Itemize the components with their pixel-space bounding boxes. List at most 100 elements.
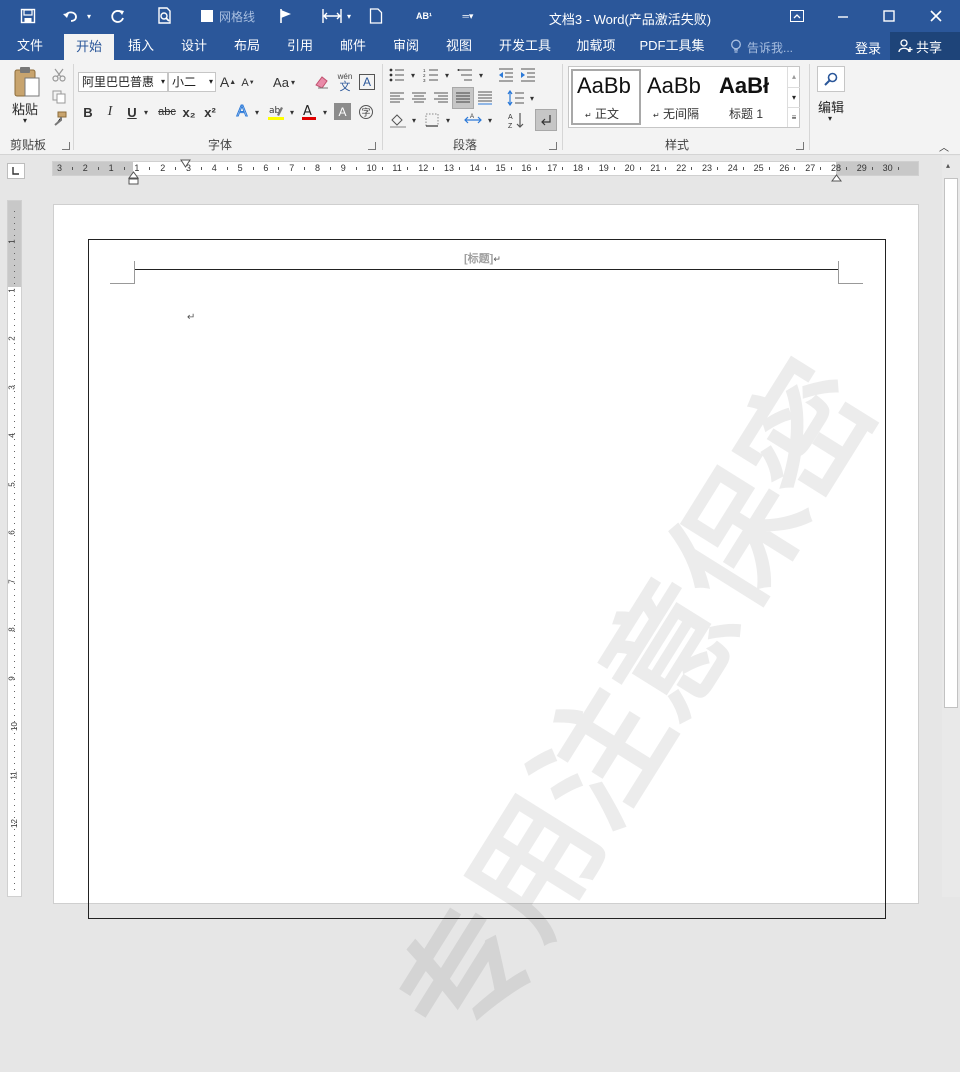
copy-icon[interactable] bbox=[50, 88, 68, 106]
subscript-button[interactable]: x₂ bbox=[181, 102, 197, 122]
borders-dropdown-icon[interactable]: ▾ bbox=[443, 110, 453, 130]
highlight-color-icon[interactable]: ab bbox=[266, 102, 286, 122]
clipboard-launcher-icon[interactable] bbox=[62, 142, 70, 150]
clear-formatting-icon[interactable] bbox=[312, 72, 332, 92]
vertical-ruler[interactable]: 1123456789101112 bbox=[7, 200, 22, 897]
format-painter-icon[interactable] bbox=[50, 110, 68, 128]
undo-icon[interactable] bbox=[60, 6, 82, 26]
style-normal[interactable]: AaBb ↵ 正文 bbox=[571, 69, 641, 125]
styles-scroll-down-icon[interactable]: ▾ bbox=[787, 87, 800, 107]
font-color-dropdown-icon[interactable]: ▾ bbox=[320, 102, 330, 122]
tab-developer[interactable]: 开发工具 bbox=[494, 32, 556, 60]
paragraph-launcher-icon[interactable] bbox=[549, 142, 557, 150]
save-icon[interactable] bbox=[18, 6, 38, 26]
bold-button[interactable]: B bbox=[80, 102, 96, 122]
font-name-select[interactable]: 阿里巴巴普惠 ▾ bbox=[78, 72, 168, 92]
tab-review[interactable]: 审阅 bbox=[383, 32, 429, 60]
shading-icon[interactable] bbox=[387, 110, 409, 130]
paste-button[interactable]: 粘贴 ▾ bbox=[8, 66, 46, 130]
show-marks-icon[interactable] bbox=[535, 109, 557, 131]
justify-icon[interactable] bbox=[452, 87, 474, 109]
underline-dropdown-icon[interactable]: ▾ bbox=[141, 102, 151, 122]
tab-references[interactable]: 引用 bbox=[277, 32, 323, 60]
tab-pdf-tools[interactable]: PDF工具集 bbox=[636, 32, 708, 60]
tab-file[interactable]: 文件 bbox=[8, 32, 52, 60]
tell-me-search[interactable]: 告诉我... bbox=[747, 39, 793, 56]
align-right-icon[interactable] bbox=[431, 88, 451, 108]
share-button[interactable]: 共享 bbox=[890, 32, 960, 60]
vertical-scrollbar[interactable]: ▴ bbox=[942, 156, 960, 897]
change-case-button[interactable]: Aa ▾ bbox=[268, 72, 300, 92]
document-page[interactable]: [标题]↵ ↵ 专用注意保密 bbox=[53, 204, 919, 1069]
cut-icon[interactable] bbox=[50, 66, 68, 84]
tab-selector-icon[interactable] bbox=[7, 163, 25, 179]
decrease-indent-icon[interactable] bbox=[496, 66, 516, 84]
increase-indent-icon[interactable] bbox=[518, 66, 538, 84]
tab-design[interactable]: 设计 bbox=[171, 32, 217, 60]
superscript-button[interactable]: x² bbox=[202, 102, 218, 122]
first-line-indent-icon[interactable] bbox=[180, 157, 191, 171]
character-shading-icon[interactable]: A bbox=[334, 103, 351, 120]
style-no-spacing[interactable]: AaBb ↵ 无间隔 bbox=[643, 69, 713, 125]
tab-addins[interactable]: 加载项 bbox=[570, 32, 622, 60]
styles-launcher-icon[interactable] bbox=[796, 142, 804, 150]
numbering-dropdown-icon[interactable]: ▾ bbox=[442, 66, 452, 84]
maximize-button[interactable] bbox=[866, 0, 912, 32]
line-spacing-icon[interactable] bbox=[506, 88, 526, 108]
style-heading-1[interactable]: AaBł 标题 1 bbox=[715, 69, 785, 125]
right-indent-icon[interactable] bbox=[831, 171, 842, 185]
redo-icon[interactable] bbox=[108, 6, 128, 26]
grow-font-icon[interactable]: A ▲ bbox=[220, 72, 236, 92]
scrollbar-thumb[interactable] bbox=[944, 178, 958, 708]
customize-qat-icon[interactable]: ═▾ bbox=[462, 6, 474, 26]
sort-icon[interactable]: AZ bbox=[506, 110, 526, 130]
italic-button[interactable]: I bbox=[102, 102, 118, 122]
align-center-icon[interactable] bbox=[409, 88, 429, 108]
text-effects-icon[interactable]: A bbox=[233, 102, 251, 122]
tab-home[interactable]: 开始 bbox=[64, 34, 114, 60]
print-preview-icon[interactable] bbox=[154, 6, 176, 26]
enclose-characters-icon[interactable]: 字 bbox=[356, 102, 376, 122]
paragraph-mark[interactable]: ↵ bbox=[187, 312, 195, 323]
text-style-icon[interactable]: AB¹ bbox=[414, 6, 434, 26]
column-width-dropdown-icon[interactable]: ▾ bbox=[344, 6, 354, 26]
tab-mailings[interactable]: 邮件 bbox=[330, 32, 376, 60]
multilevel-dropdown-icon[interactable]: ▾ bbox=[476, 66, 486, 84]
tab-view[interactable]: 视图 bbox=[436, 32, 482, 60]
bullets-dropdown-icon[interactable]: ▾ bbox=[408, 66, 418, 84]
header-title-placeholder[interactable]: [标题]↵ bbox=[464, 250, 501, 266]
new-document-icon[interactable] bbox=[367, 6, 385, 26]
tab-insert[interactable]: 插入 bbox=[118, 32, 164, 60]
minimize-button[interactable] bbox=[820, 0, 866, 32]
numbering-icon[interactable]: 123 bbox=[421, 66, 441, 84]
shading-dropdown-icon[interactable]: ▾ bbox=[409, 110, 419, 130]
scroll-up-icon[interactable]: ▴ bbox=[946, 161, 950, 170]
font-launcher-icon[interactable] bbox=[368, 142, 376, 150]
underline-button[interactable]: U bbox=[124, 102, 140, 122]
tab-layout[interactable]: 布局 bbox=[224, 32, 270, 60]
strikethrough-button[interactable]: abc bbox=[157, 102, 177, 122]
text-effects-dropdown-icon[interactable]: ▾ bbox=[252, 102, 262, 122]
hanging-indent-icon[interactable] bbox=[128, 171, 139, 188]
sign-in-link[interactable]: 登录 bbox=[855, 38, 881, 57]
shrink-font-icon[interactable]: A ▼ bbox=[240, 74, 256, 92]
flag-icon[interactable] bbox=[276, 6, 296, 26]
chinese-layout-dropdown-icon[interactable]: ▾ bbox=[485, 110, 495, 130]
gridlines-checkbox[interactable] bbox=[200, 6, 214, 26]
collapse-ribbon-icon[interactable]: ︿ bbox=[936, 140, 952, 154]
highlight-dropdown-icon[interactable]: ▾ bbox=[287, 102, 297, 122]
font-size-select[interactable]: 小二 ▾ bbox=[168, 72, 216, 92]
phonetic-guide-icon[interactable]: wén 文 bbox=[335, 70, 355, 94]
borders-icon[interactable] bbox=[422, 110, 442, 130]
line-spacing-dropdown-icon[interactable]: ▾ bbox=[527, 88, 537, 108]
character-border-icon[interactable]: A bbox=[358, 72, 376, 92]
font-color-icon[interactable]: A bbox=[300, 102, 318, 122]
close-button[interactable] bbox=[913, 0, 959, 32]
distributed-icon[interactable] bbox=[475, 88, 495, 108]
styles-scroll-up-icon[interactable]: ▴ bbox=[787, 67, 800, 87]
align-left-icon[interactable] bbox=[387, 88, 407, 108]
undo-dropdown-icon[interactable]: ▾ bbox=[84, 6, 94, 26]
editing-button[interactable]: 编辑 ▾ bbox=[814, 64, 848, 126]
column-width-icon[interactable] bbox=[320, 6, 344, 26]
ribbon-display-options-icon[interactable] bbox=[774, 0, 820, 32]
